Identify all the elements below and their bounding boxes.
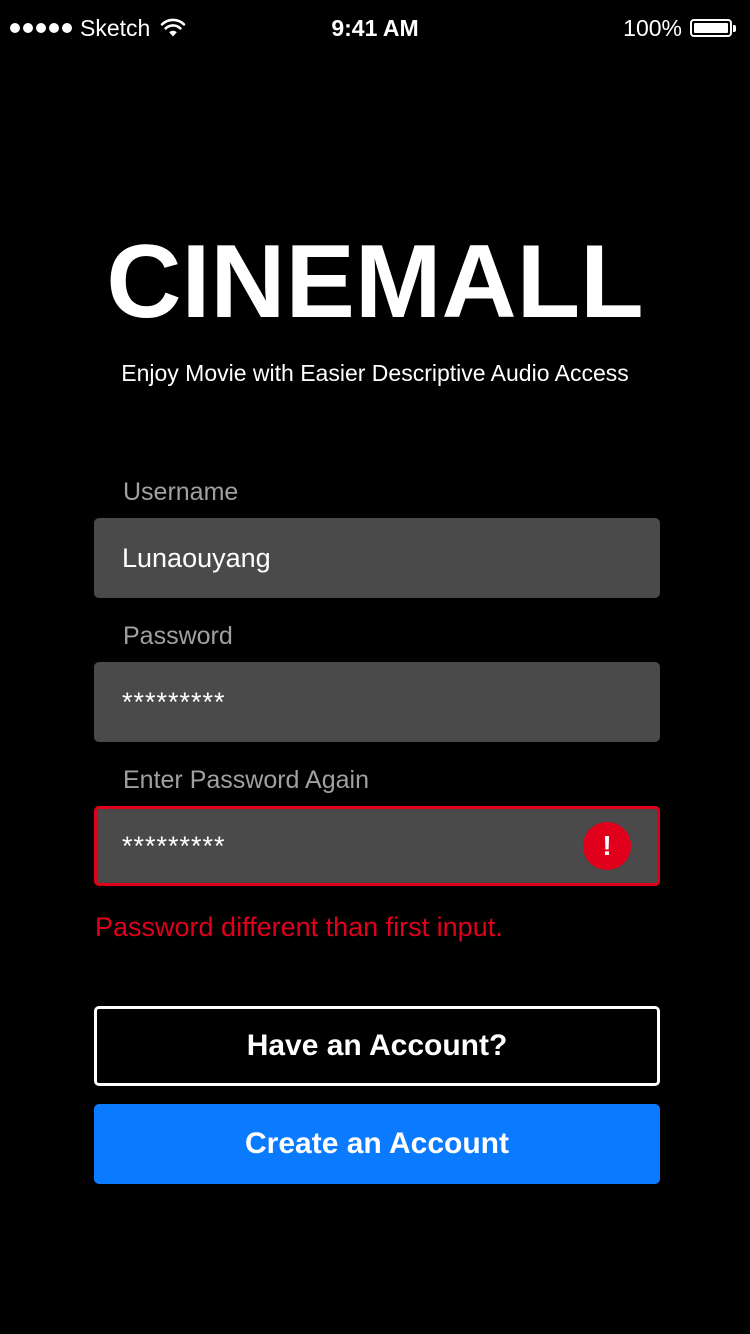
battery-fill xyxy=(694,23,728,33)
battery-icon xyxy=(690,19,732,37)
username-input[interactable] xyxy=(122,518,592,598)
error-icon: ! xyxy=(583,822,631,870)
confirm-password-field[interactable]: ! xyxy=(94,806,660,886)
password-input[interactable] xyxy=(122,662,592,742)
tagline: Enjoy Movie with Easier Descriptive Audi… xyxy=(121,360,629,386)
password-field[interactable] xyxy=(94,662,660,742)
confirm-password-label: Enter Password Again xyxy=(123,766,369,794)
password-label: Password xyxy=(123,622,233,650)
battery-percentage: 100% xyxy=(623,15,682,41)
create-account-button[interactable]: Create an Account xyxy=(94,1104,660,1184)
have-account-button[interactable]: Have an Account? xyxy=(94,1006,660,1086)
error-message: Password different than first input. xyxy=(95,912,503,942)
username-label: Username xyxy=(123,478,239,506)
status-right: 100% xyxy=(623,14,736,42)
status-bar: Sketch 9:41 AM 100% xyxy=(0,0,750,56)
confirm-password-input[interactable] xyxy=(122,809,592,883)
battery-tip xyxy=(733,24,736,32)
app-logo: CINEMALL xyxy=(106,224,644,340)
username-field[interactable] xyxy=(94,518,660,598)
